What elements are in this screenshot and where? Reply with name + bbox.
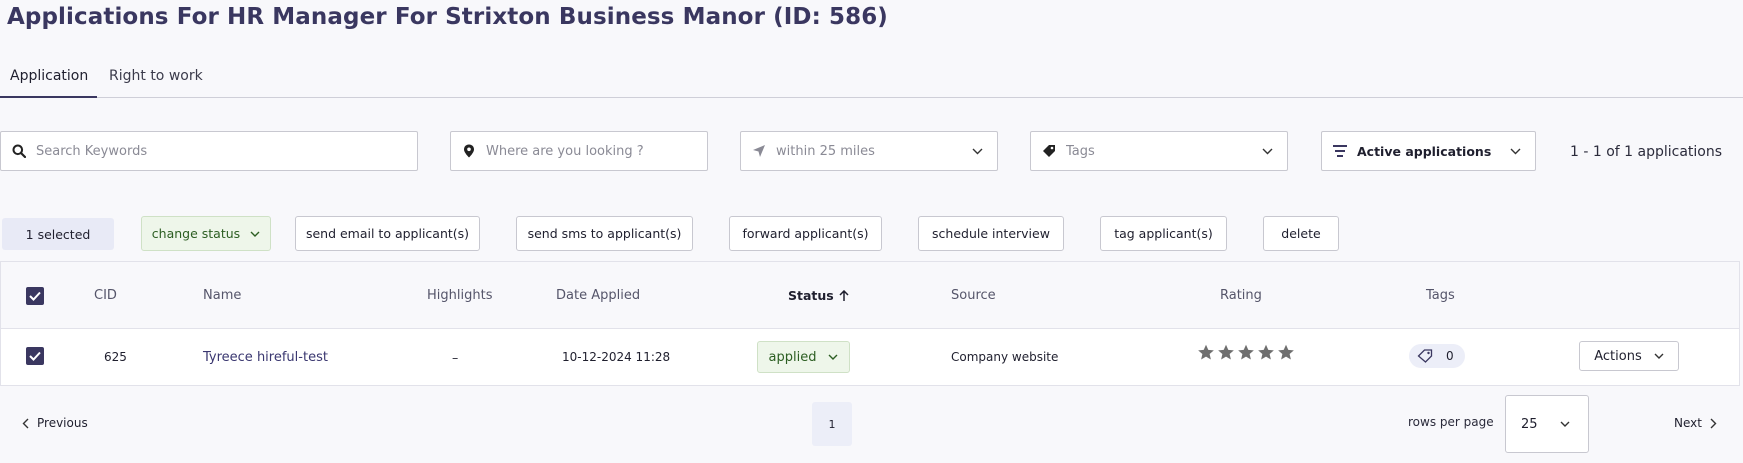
chevron-left-icon: [22, 418, 29, 428]
change-status-button[interactable]: change status: [141, 216, 271, 251]
schedule-interview-button[interactable]: schedule interview: [918, 216, 1064, 251]
tags-count: 0: [1446, 349, 1454, 363]
star-icon[interactable]: [1277, 344, 1295, 361]
rating-stars[interactable]: [1197, 344, 1295, 361]
search-placeholder: Search Keywords: [36, 143, 148, 159]
tab-application[interactable]: Application: [10, 68, 88, 84]
navigation-arrow-icon: [752, 144, 766, 158]
cell-cid: 625: [104, 350, 127, 364]
applications-page: Applications For HR Manager For Strixton…: [0, 0, 1743, 463]
selected-count-badge: 1 selected: [2, 218, 114, 250]
cell-highlights: –: [452, 350, 459, 365]
actions-label: Actions: [1594, 348, 1642, 364]
applicant-name-link[interactable]: Tyreece hireful-test: [203, 350, 328, 365]
change-status-label: change status: [151, 226, 241, 241]
page-title: Applications For HR Manager For Strixton…: [7, 4, 888, 30]
pagination-bar: Previous 1 rows per page 25 Next: [0, 394, 1743, 454]
status-value: applied: [768, 349, 817, 365]
next-label: Next: [1674, 416, 1702, 430]
star-icon[interactable]: [1217, 344, 1235, 361]
table-header: CID Name Highlights Date Applied Status …: [1, 262, 1739, 329]
sort-ascending-icon: [839, 289, 849, 301]
tag-outline-icon: [1417, 349, 1433, 363]
results-count: 1 - 1 of 1 applications: [1570, 144, 1723, 160]
chevron-down-icon: [1261, 145, 1273, 157]
rows-per-page-value: 25: [1521, 416, 1538, 432]
row-checkbox[interactable]: [26, 347, 44, 365]
status-filter-select[interactable]: Active applications: [1321, 131, 1536, 171]
tags-select[interactable]: Tags: [1030, 131, 1288, 171]
previous-label: Previous: [37, 416, 88, 430]
forward-applicant-button[interactable]: forward applicant(s): [729, 216, 882, 251]
tags-count-badge[interactable]: 0: [1409, 344, 1465, 368]
checkmark-icon: [29, 351, 41, 361]
cell-source: Company website: [951, 350, 1059, 364]
tab-right-to-work[interactable]: Right to work: [109, 68, 203, 84]
tag-applicant-button[interactable]: tag applicant(s): [1100, 216, 1227, 251]
send-sms-button[interactable]: send sms to applicant(s): [516, 216, 693, 251]
map-pin-icon: [462, 144, 476, 158]
star-icon[interactable]: [1237, 344, 1255, 361]
cell-date-applied: 10-12-2024 11:28: [562, 350, 671, 364]
search-input[interactable]: Search Keywords: [0, 131, 418, 171]
rows-per-page-label: rows per page: [1408, 415, 1494, 429]
chevron-down-icon: [828, 354, 838, 360]
tags-placeholder: Tags: [1066, 143, 1095, 159]
location-input[interactable]: Where are you looking ?: [450, 131, 708, 171]
applications-table: CID Name Highlights Date Applied Status …: [0, 261, 1740, 386]
chevron-right-icon: [1710, 418, 1717, 428]
column-header-date-applied[interactable]: Date Applied: [556, 288, 640, 303]
star-icon[interactable]: [1257, 344, 1275, 361]
chevron-down-icon: [971, 145, 983, 157]
distance-select[interactable]: within 25 miles: [740, 131, 998, 171]
column-header-tags[interactable]: Tags: [1426, 288, 1455, 303]
column-header-source[interactable]: Source: [951, 288, 996, 303]
status-dropdown[interactable]: applied: [757, 341, 850, 373]
checkmark-icon: [29, 291, 41, 301]
chevron-down-icon: [250, 231, 260, 237]
distance-value: within 25 miles: [776, 143, 875, 159]
column-header-status[interactable]: Status: [788, 288, 849, 303]
previous-page-button[interactable]: Previous: [22, 416, 88, 430]
search-icon: [12, 144, 26, 158]
next-page-button[interactable]: Next: [1674, 416, 1717, 430]
rows-per-page-select[interactable]: 25: [1505, 395, 1589, 453]
tab-bar: Application Right to work: [0, 60, 1743, 98]
chevron-down-icon: [1509, 145, 1521, 157]
column-header-rating[interactable]: Rating: [1220, 288, 1262, 303]
send-email-button[interactable]: send email to applicant(s): [295, 216, 480, 251]
status-filter-value: Active applications: [1357, 143, 1492, 159]
page-number-1[interactable]: 1: [812, 402, 852, 446]
column-header-cid[interactable]: CID: [94, 288, 117, 303]
status-header-label: Status: [788, 288, 834, 303]
chevron-down-icon: [1654, 353, 1664, 359]
filter-lines-icon: [1333, 144, 1347, 158]
select-all-checkbox[interactable]: [26, 287, 44, 305]
table-row[interactable]: 625 Tyreece hireful-test – 10-12-2024 11…: [1, 329, 1739, 386]
chevron-down-icon: [1560, 421, 1570, 427]
active-tab-indicator: [0, 96, 97, 98]
tag-icon: [1042, 144, 1056, 158]
star-icon[interactable]: [1197, 344, 1215, 361]
column-header-highlights[interactable]: Highlights: [427, 288, 492, 303]
row-actions-button[interactable]: Actions: [1579, 341, 1679, 371]
location-placeholder: Where are you looking ?: [486, 143, 644, 159]
delete-button[interactable]: delete: [1263, 216, 1339, 251]
column-header-name[interactable]: Name: [203, 288, 241, 303]
